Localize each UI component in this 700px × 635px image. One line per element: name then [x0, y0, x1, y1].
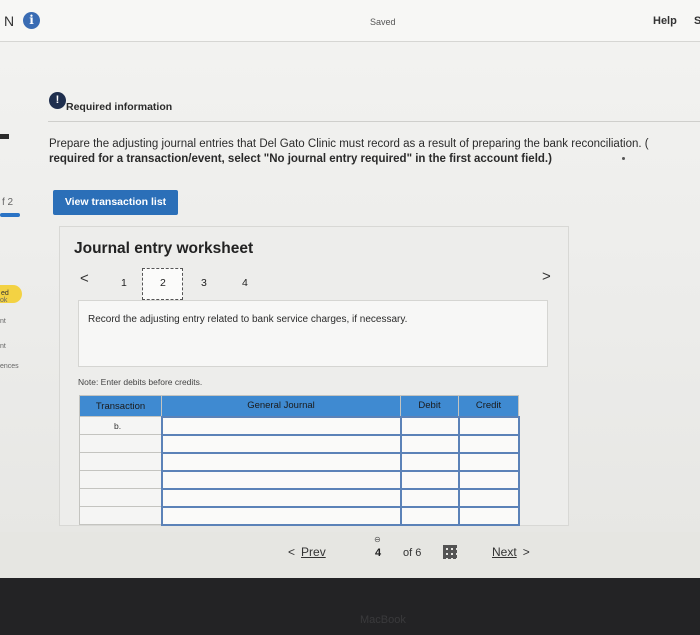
worksheet-title: Journal entry worksheet [74, 240, 254, 257]
next-button[interactable]: Next > [492, 545, 530, 559]
view-transaction-list-button[interactable]: View transaction list [53, 190, 178, 215]
worksheet-page-1[interactable]: 1 [121, 277, 127, 289]
general-journal-input[interactable] [160, 415, 402, 436]
transaction-cell [79, 506, 162, 525]
next-label: Next [492, 545, 517, 559]
sidebar-dash [0, 134, 9, 139]
instructions-line-2: required for a transaction/event, select… [49, 153, 552, 165]
prev-button[interactable]: < Prev [288, 545, 326, 559]
cursor-dot [622, 157, 625, 160]
sidebar-item[interactable]: nt [0, 343, 6, 350]
credit-input[interactable] [457, 433, 520, 454]
journal-header-row: Transaction General Journal Debit Credit [79, 395, 519, 417]
debit-input[interactable] [399, 505, 460, 526]
grid-icon[interactable] [443, 545, 457, 559]
header-general-journal: General Journal [161, 395, 401, 417]
transaction-cell: b. [79, 416, 162, 435]
general-journal-input[interactable] [160, 505, 402, 526]
table-row: b. [79, 415, 520, 436]
bottom-navigation [0, 532, 700, 578]
prev-label: Prev [301, 545, 326, 559]
top-left-fragment: N [4, 13, 16, 29]
debit-input[interactable] [399, 451, 460, 472]
top-bar: N i Saved Help S [0, 0, 700, 42]
divider [48, 121, 700, 122]
table-row [79, 451, 520, 472]
entry-instruction-box [78, 300, 548, 367]
entry-instruction: Record the adjusting entry related to ba… [88, 314, 408, 325]
general-journal-input[interactable] [160, 469, 402, 490]
credit-input[interactable] [457, 487, 520, 508]
header-transaction: Transaction [79, 395, 162, 417]
debit-input[interactable] [399, 469, 460, 490]
transaction-cell [79, 470, 162, 489]
instructions-line-1: Prepare the adjusting journal entries th… [49, 138, 649, 150]
table-row [79, 487, 520, 508]
table-row [79, 469, 520, 490]
transaction-cell [79, 452, 162, 471]
question-total: of 6 [403, 547, 422, 559]
journal-table: Transaction General Journal Debit Credit… [79, 395, 520, 526]
worksheet-prev-chevron-icon[interactable]: < [80, 270, 89, 287]
laptop-bezel-label: MacBook [360, 614, 406, 626]
transaction-cell [79, 488, 162, 507]
worksheet-next-chevron-icon[interactable]: > [542, 268, 551, 285]
credit-input[interactable] [457, 451, 520, 472]
sidebar: f 2 ed ok nt nt ences [0, 42, 46, 578]
table-row [79, 505, 520, 526]
debits-before-credits-note: Note: Enter debits before credits. [78, 377, 203, 387]
header-credit: Credit [458, 395, 519, 417]
sidebar-page-fragment: f 2 [2, 197, 14, 208]
general-journal-input[interactable] [160, 433, 402, 454]
general-journal-input[interactable] [160, 451, 402, 472]
info-icon[interactable]: i [23, 12, 40, 29]
chevron-right-icon: > [522, 545, 530, 559]
required-information-label: Required information [66, 101, 173, 113]
worksheet-page-4[interactable]: 4 [242, 277, 248, 289]
sidebar-item[interactable]: ok [0, 297, 7, 304]
transaction-cell [79, 434, 162, 453]
credit-input[interactable] [457, 415, 520, 436]
sidebar-item[interactable]: ences [0, 363, 19, 370]
table-row [79, 433, 520, 454]
top-right-fragment: S [694, 15, 700, 27]
debit-input[interactable] [399, 415, 460, 436]
credit-input[interactable] [457, 469, 520, 490]
app-screen: N i Saved Help S f 2 ed ok nt nt ences !… [0, 0, 700, 578]
chevron-left-icon: < [288, 545, 296, 559]
sidebar-item[interactable]: nt [0, 318, 6, 325]
sidebar-progress-bar [0, 213, 20, 217]
debit-input[interactable] [399, 433, 460, 454]
credit-input[interactable] [457, 505, 520, 526]
worksheet-page-2[interactable]: 2 [160, 277, 166, 289]
current-question-number[interactable]: 4 [375, 547, 381, 559]
help-link[interactable]: Help [653, 15, 677, 27]
worksheet-page-3[interactable]: 3 [201, 277, 207, 289]
link-icon: ⊖ [374, 535, 381, 544]
debit-input[interactable] [399, 487, 460, 508]
general-journal-input[interactable] [160, 487, 402, 508]
saved-status: Saved [370, 17, 396, 27]
required-alert-icon: ! [49, 92, 66, 109]
header-debit: Debit [400, 395, 459, 417]
instructions: Prepare the adjusting journal entries th… [49, 137, 700, 167]
